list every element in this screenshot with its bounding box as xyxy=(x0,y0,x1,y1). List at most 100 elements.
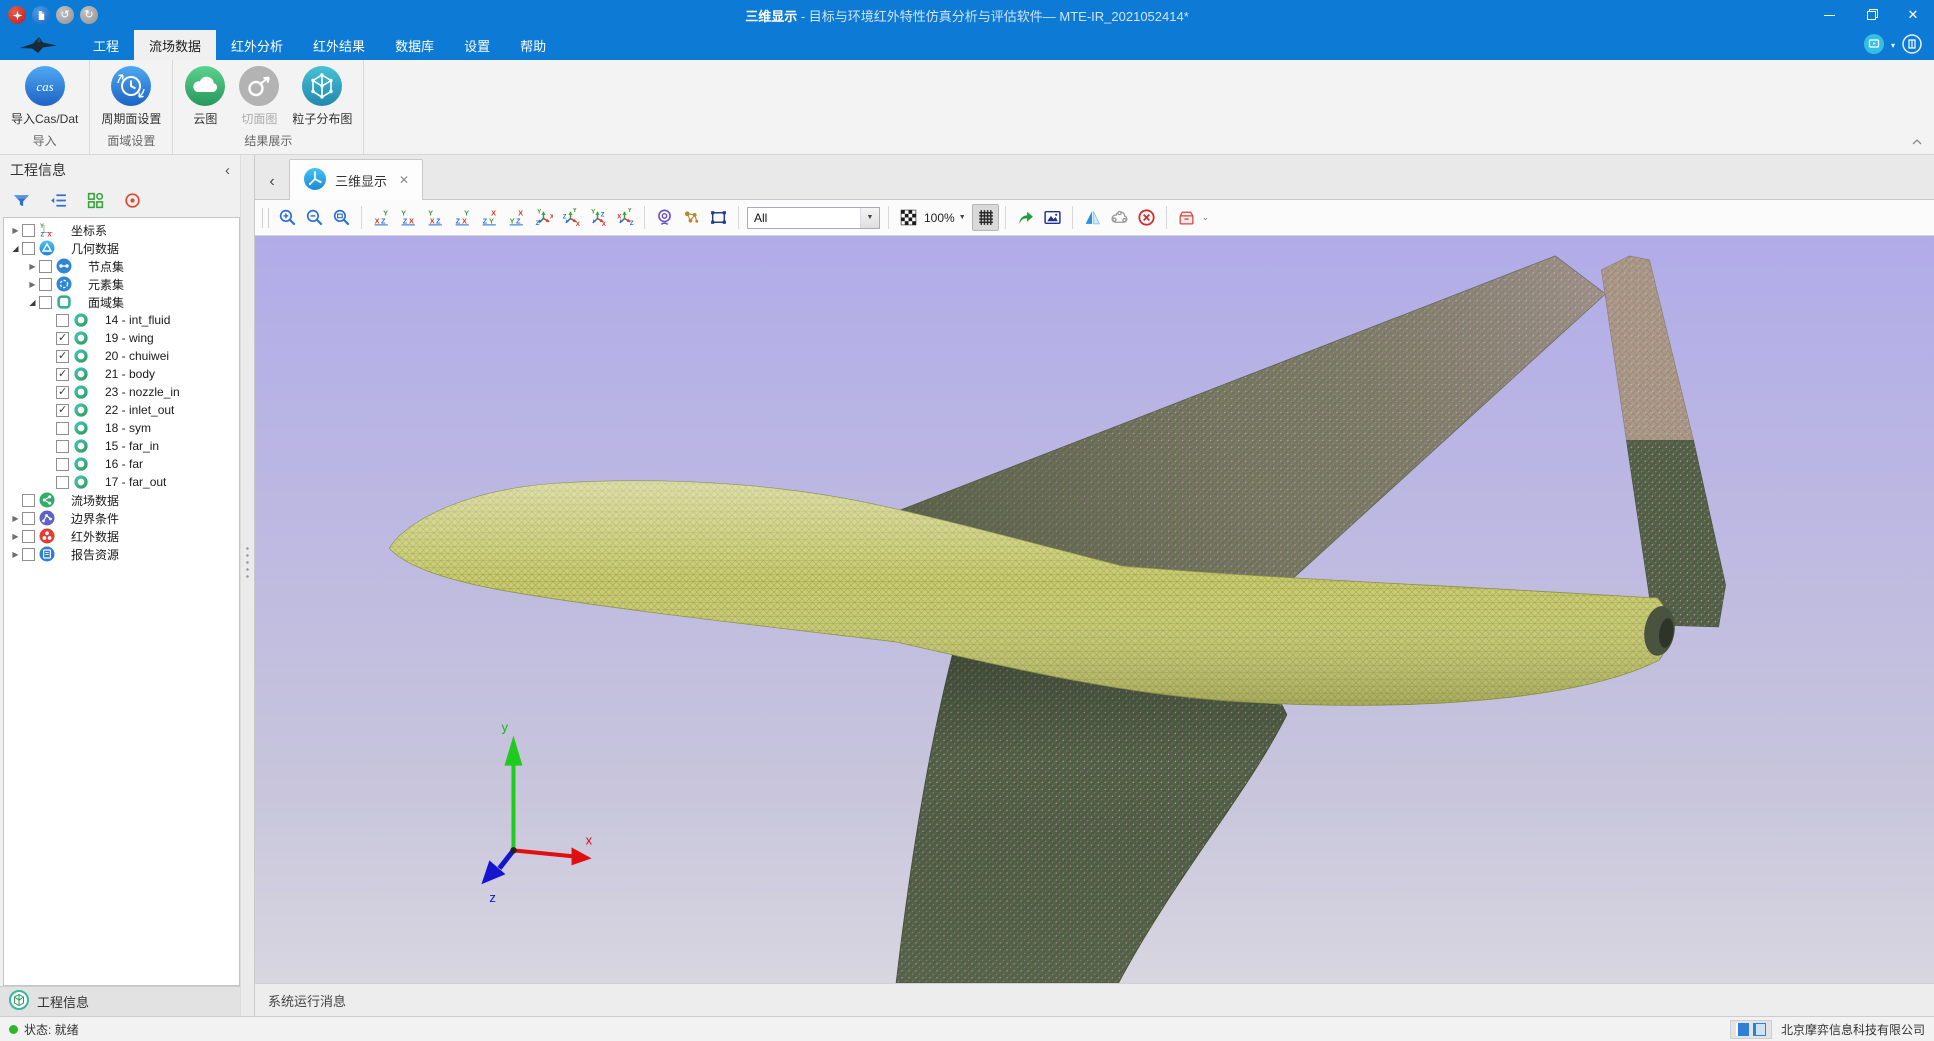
menu-item-1[interactable]: 工程 xyxy=(78,30,134,60)
zoom-out-button[interactable] xyxy=(301,204,328,231)
minimize-button[interactable] xyxy=(1808,0,1850,30)
select-box-button[interactable] xyxy=(705,204,732,231)
close-button[interactable]: ✕ xyxy=(1892,0,1934,30)
tree-expand-icon[interactable]: ▶ xyxy=(9,514,22,523)
tree-expand-icon[interactable]: ▶ xyxy=(9,550,22,559)
app-badge-icon[interactable] xyxy=(8,6,26,24)
tree-checkbox[interactable] xyxy=(56,476,69,489)
camera-button[interactable] xyxy=(651,204,678,231)
panel-collapse-icon[interactable]: ‹ xyxy=(225,162,230,179)
tree-checkbox[interactable] xyxy=(39,296,52,309)
tree-expand-icon[interactable]: ▶ xyxy=(9,532,22,541)
view-back-button[interactable]: YZX xyxy=(395,204,422,231)
3d-scene-canvas[interactable]: x y z xyxy=(255,236,1934,983)
iso-4-button[interactable]: Y X Z xyxy=(611,204,638,231)
tree-item-元素集[interactable]: ▶元素集 xyxy=(4,275,239,293)
cloud-share-button[interactable] xyxy=(1106,204,1133,231)
panel-toggle-filled-icon[interactable] xyxy=(1736,1023,1749,1036)
tree-checkbox[interactable] xyxy=(22,494,35,507)
tree-expand-icon[interactable]: ▶ xyxy=(26,280,39,289)
archive-caret-icon[interactable]: ⌄ xyxy=(1202,212,1210,223)
tree-checkbox[interactable] xyxy=(56,404,69,417)
checkerboard-button[interactable] xyxy=(895,204,922,231)
toolbar-grip[interactable] xyxy=(262,208,269,228)
zoom-in-button[interactable] xyxy=(274,204,301,231)
menu-item-4[interactable]: 红外结果 xyxy=(298,30,380,60)
3d-viewport[interactable]: x y z xyxy=(255,236,1934,983)
ribbon-button-cas[interactable]: cas导入Cas/Dat xyxy=(8,65,81,128)
view-bottom-button[interactable]: XYZ xyxy=(503,204,530,231)
menu-item-3[interactable]: 红外分析 xyxy=(216,30,298,60)
maximize-button[interactable] xyxy=(1850,0,1892,30)
filter-icon[interactable] xyxy=(10,189,32,211)
dropdown-caret-icon[interactable]: ▾ xyxy=(1891,41,1895,50)
view-left-button[interactable]: YXZ xyxy=(422,204,449,231)
menu-item-6[interactable]: 设置 xyxy=(449,30,505,60)
tree-checkbox[interactable] xyxy=(56,422,69,435)
new-file-button[interactable] xyxy=(32,6,50,24)
view-top-button[interactable]: XZY xyxy=(476,204,503,231)
tree-item-16---far[interactable]: 16 - far xyxy=(4,455,239,473)
tree-checkbox[interactable] xyxy=(56,440,69,453)
redo-button[interactable]: ↻ xyxy=(80,6,98,24)
mirror-button[interactable] xyxy=(1079,204,1106,231)
tree-expand-icon[interactable]: ▶ xyxy=(26,262,39,271)
tree-checkbox[interactable] xyxy=(56,386,69,399)
tree-checkbox[interactable] xyxy=(56,458,69,471)
iso-3-button[interactable]: Y X Z xyxy=(584,204,611,231)
export-arrow-button[interactable] xyxy=(1012,204,1039,231)
tree-item-报告资源[interactable]: ▶报告资源 xyxy=(4,545,239,563)
target-icon[interactable] xyxy=(121,189,143,211)
menu-item-2[interactable]: 流场数据 xyxy=(134,30,216,60)
tree-item-15---far_in[interactable]: 15 - far_in xyxy=(4,437,239,455)
ribbon-button-clock[interactable]: 周期面设置 xyxy=(98,65,164,128)
ribbon-button-cloud[interactable]: 云图 xyxy=(181,65,229,128)
menu-item-5[interactable]: 数据库 xyxy=(380,30,449,60)
particles-button[interactable] xyxy=(678,204,705,231)
splitter-grip[interactable] xyxy=(245,545,250,579)
tab-3d-view[interactable]: 三维显示 ✕ xyxy=(289,159,423,200)
tree-checkbox[interactable] xyxy=(56,350,69,363)
tree-expand-icon[interactable]: ▶ xyxy=(9,226,22,235)
tree-checkbox[interactable] xyxy=(22,548,35,561)
tree-item-22---inlet_out[interactable]: 22 - inlet_out xyxy=(4,401,239,419)
tree-item-边界条件[interactable]: ▶边界条件 xyxy=(4,509,239,527)
snapshot-button[interactable] xyxy=(1039,204,1066,231)
tree-checkbox[interactable] xyxy=(56,332,69,345)
tree-item-面域集[interactable]: ◢面域集 xyxy=(4,293,239,311)
tree-item-节点集[interactable]: ▶节点集 xyxy=(4,257,239,275)
tree-item-流场数据[interactable]: 流场数据 xyxy=(4,491,239,509)
mesh-grid-button[interactable] xyxy=(972,204,999,231)
tree-checkbox[interactable] xyxy=(39,278,52,291)
tree-checkbox[interactable] xyxy=(39,260,52,273)
tree-item-红外数据[interactable]: ▶红外数据 xyxy=(4,527,239,545)
tree-checkbox[interactable] xyxy=(56,368,69,381)
manual-icon[interactable] xyxy=(1902,34,1922,57)
tree-checkbox[interactable] xyxy=(22,512,35,525)
panel-splitter[interactable] xyxy=(240,155,254,1016)
panel-toggle-outline-icon[interactable] xyxy=(1753,1023,1766,1036)
tree-expand-icon[interactable]: ◢ xyxy=(26,298,39,307)
combobox-drop-icon[interactable]: ▼ xyxy=(860,208,879,228)
menu-item-7[interactable]: 帮助 xyxy=(505,30,561,60)
tree-checkbox[interactable] xyxy=(22,242,35,255)
tree-item-23---nozzle_in[interactable]: 23 - nozzle_in xyxy=(4,383,239,401)
cancel-button[interactable] xyxy=(1133,204,1160,231)
ribbon-button-particle[interactable]: 粒子分布图 xyxy=(289,65,355,128)
tree-checkbox[interactable] xyxy=(22,224,35,237)
tree-item-坐标系[interactable]: ▶YZX坐标系 xyxy=(4,221,239,239)
monitor-icon[interactable] xyxy=(1864,34,1884,57)
tree-item-20---chuiwei[interactable]: 20 - chuiwei xyxy=(4,347,239,365)
zoom-level-dropdown[interactable]: 100%▼ xyxy=(924,211,966,225)
tab-scroll-left-icon[interactable]: ‹ xyxy=(255,173,289,199)
tab-close-icon[interactable]: ✕ xyxy=(399,173,409,187)
tree-item-17---far_out[interactable]: 17 - far_out xyxy=(4,473,239,491)
iso-2-button[interactable]: Y X Z xyxy=(557,204,584,231)
ribbon-collapse-icon[interactable] xyxy=(1912,133,1922,148)
grid-icon[interactable] xyxy=(84,189,106,211)
tree-item-18---sym[interactable]: 18 - sym xyxy=(4,419,239,437)
archive-button[interactable] xyxy=(1173,204,1200,231)
undo-button[interactable]: ↺ xyxy=(56,6,74,24)
tree-checkbox[interactable] xyxy=(56,314,69,327)
tree-expand-icon[interactable]: ◢ xyxy=(9,244,22,253)
